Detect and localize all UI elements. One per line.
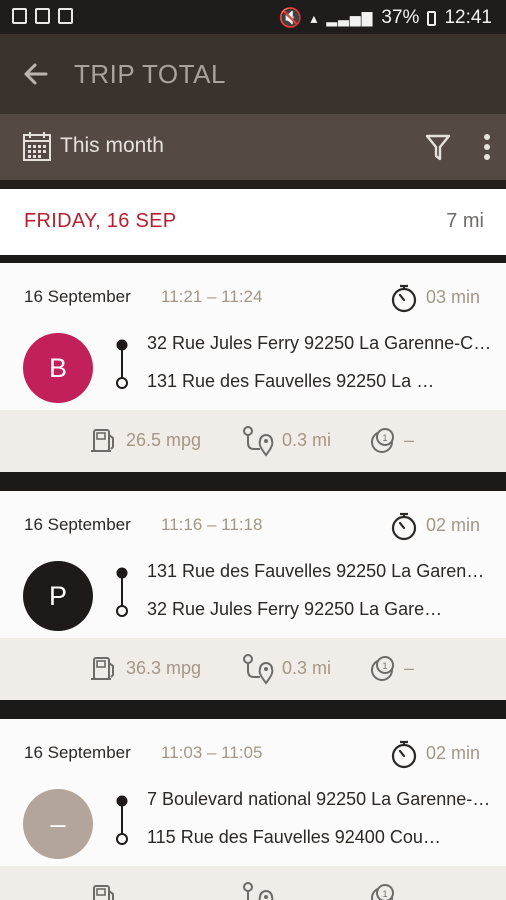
- trip-stats: 36.3 mpg 0.3 mi 1 –: [0, 638, 506, 700]
- trip-cost: –: [404, 430, 415, 450]
- back-arrow-icon[interactable]: [18, 56, 54, 92]
- image-notification-icon: [12, 8, 27, 24]
- svg-text:1: 1: [382, 889, 387, 899]
- fuel-pump-icon: [91, 429, 114, 452]
- trip-card[interactable]: 16 September 11:03 – 11:05 02 min – 7 Bo…: [0, 719, 506, 900]
- start-address: 32 Rue Jules Ferry 92250 La Garenne-Colo…: [147, 333, 493, 353]
- divider: [0, 180, 506, 189]
- avatar: –: [23, 789, 93, 859]
- battery-percent: 37%: [381, 7, 420, 28]
- trip-stats: 26.5 mpg 0.3 mi 1 –: [0, 410, 506, 472]
- trip-stats: 1: [0, 866, 506, 900]
- more-options-icon[interactable]: [482, 133, 492, 161]
- start-address: 131 Rue des Fauvelles 92250 La Garenne-C…: [147, 561, 493, 581]
- calendar-icon[interactable]: [22, 130, 52, 162]
- battery-icon: [427, 10, 437, 26]
- filter-funnel-icon[interactable]: [424, 132, 452, 162]
- trip-distance: 0.3 mi: [282, 430, 332, 450]
- trip-distance: 0.3 mi: [282, 658, 332, 678]
- divider: [0, 700, 506, 707]
- period-selector[interactable]: This month: [60, 134, 164, 158]
- wifi-icon: ▴: [310, 9, 319, 26]
- trip-duration: 02 min: [426, 515, 481, 535]
- trip-card[interactable]: 16 September 11:16 – 11:18 02 min P 131 …: [0, 491, 506, 707]
- fuel-economy: 36.3 mpg: [126, 658, 202, 678]
- end-address: 115 Rue des Fauvelles 92400 Courbevoie: [147, 827, 443, 847]
- stopwatch-icon: [391, 740, 417, 769]
- day-header: FRIDAY, 16 SEP 7 mi: [0, 189, 506, 255]
- notification-icons: [12, 8, 73, 24]
- system-indicators: 🔇 ▴ ▂▃▅▇ 37% 12:41: [279, 6, 492, 30]
- fuel-pump-icon: [91, 657, 114, 680]
- clock: 12:41: [444, 7, 492, 28]
- screenshot-notification-icon: [58, 8, 73, 24]
- trip-time-range: 11:16 – 11:18: [161, 515, 263, 534]
- trip-time-range: 11:03 – 11:05: [161, 743, 263, 762]
- trip-duration: 03 min: [426, 287, 481, 307]
- day-distance: 7 mi: [446, 210, 484, 232]
- route-line-icon: [116, 567, 128, 617]
- trip-duration: 02 min: [426, 743, 481, 763]
- route-line-icon: [116, 795, 128, 845]
- trip-date: 16 September: [24, 515, 131, 534]
- status-bar: 🔇 ▴ ▂▃▅▇ 37% 12:41: [0, 0, 506, 34]
- signal-icon: ▂▃▅▇: [326, 9, 374, 26]
- trip-time-range: 11:21 – 11:24: [161, 287, 263, 306]
- mute-icon: 🔇: [278, 8, 303, 29]
- svg-text:1: 1: [382, 433, 387, 443]
- route-distance-icon: [243, 882, 274, 900]
- sim-notification-icon: [35, 8, 50, 24]
- filter-bar: This month: [0, 114, 506, 180]
- end-address: 32 Rue Jules Ferry 92250 La Garenne-Colo…: [147, 599, 443, 619]
- divider: [0, 472, 506, 479]
- fuel-economy: 26.5 mpg: [126, 430, 202, 450]
- route-line-icon: [116, 339, 128, 389]
- start-address: 7 Boulevard national 92250 La Garenne-Co…: [147, 789, 493, 809]
- cost-coin-icon: 1: [371, 884, 394, 900]
- stopwatch-icon: [391, 512, 417, 541]
- fuel-pump-icon: [93, 885, 114, 900]
- svg-text:1: 1: [382, 661, 387, 671]
- route-distance-icon: [243, 426, 274, 457]
- avatar: P: [23, 561, 93, 631]
- trip-card[interactable]: 16 September 11:21 – 11:24 03 min B 32 R…: [0, 263, 506, 479]
- cost-coin-icon: 1: [371, 656, 394, 681]
- avatar: B: [23, 333, 93, 403]
- cost-coin-icon: 1: [371, 428, 394, 453]
- trip-date: 16 September: [24, 743, 131, 762]
- route-distance-icon: [243, 654, 274, 685]
- app-bar: TRIP TOTAL: [0, 34, 506, 114]
- page-title: TRIP TOTAL: [74, 59, 226, 89]
- trip-date: 16 September: [24, 287, 131, 306]
- day-label: FRIDAY, 16 SEP: [24, 210, 177, 232]
- stopwatch-icon: [391, 284, 417, 313]
- end-address: 131 Rue des Fauvelles 92250 La Garenne-C…: [147, 371, 443, 391]
- trip-cost: –: [404, 658, 415, 678]
